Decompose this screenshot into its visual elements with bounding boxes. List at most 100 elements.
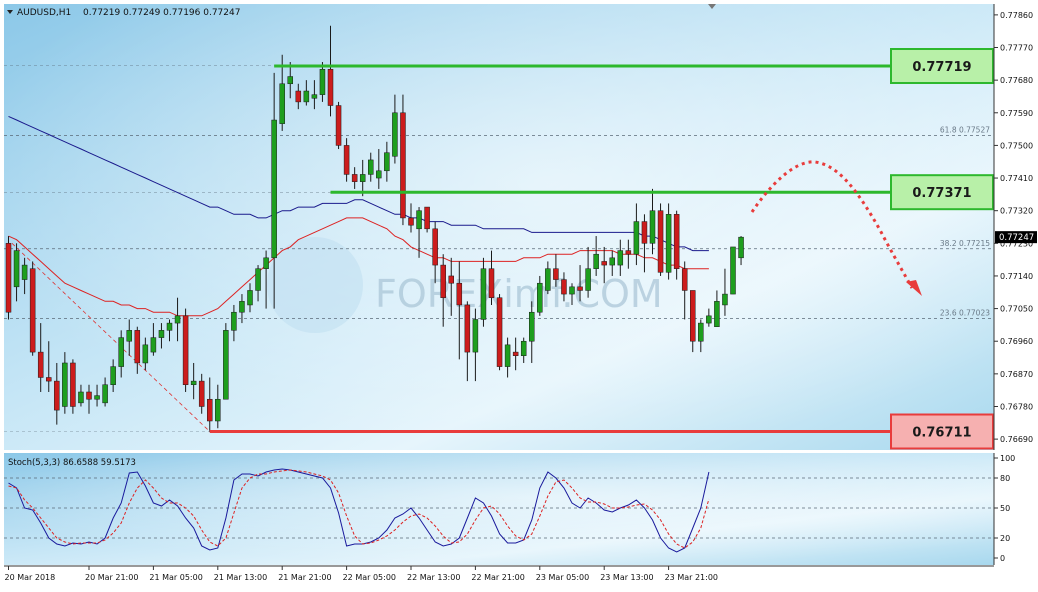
candle-bullish	[617, 250, 624, 266]
candle-bullish	[102, 384, 108, 404]
candle-bearish	[207, 398, 213, 422]
candle-bearish	[673, 214, 680, 269]
candle-bullish	[255, 268, 261, 291]
candle-bullish	[545, 268, 551, 291]
candle-bullish	[593, 253, 599, 269]
candle-bullish	[376, 170, 382, 179]
candle-bullish	[94, 395, 100, 400]
time-tick-label: 22 Mar 21:00	[471, 573, 524, 582]
candle-bullish	[62, 362, 68, 407]
stochastic-tick-label: 20	[1000, 534, 1010, 543]
candle-bearish	[561, 279, 567, 295]
candle-bearish	[86, 391, 92, 400]
time-tick-label: 23 Mar 05:00	[536, 573, 589, 582]
candle-bullish	[665, 214, 672, 273]
time-tick-label: 23 Mar 21:00	[665, 573, 718, 582]
candle-bearish	[335, 105, 342, 146]
candle-bullish	[158, 330, 165, 338]
current-price-tag: 0.77247	[995, 231, 1037, 244]
price-tick-label: 0.77590	[1000, 109, 1033, 118]
candle-bullish	[730, 246, 736, 295]
candle-bearish	[488, 268, 495, 298]
price-tick-label: 0.77140	[1000, 272, 1033, 281]
candle-bullish	[480, 268, 487, 320]
price-tick-label: 0.76960	[1000, 337, 1033, 346]
time-tick-label: 22 Mar 05:00	[343, 573, 396, 582]
candle-bullish	[585, 268, 591, 291]
candle-bullish	[472, 319, 479, 353]
candle-bearish	[198, 380, 205, 407]
candle-bullish	[110, 366, 116, 385]
candle-bullish	[231, 311, 237, 331]
candle-bullish	[537, 282, 543, 313]
candle-bullish	[738, 236, 744, 259]
candle-bullish	[706, 315, 712, 324]
candle-bearish	[37, 351, 44, 378]
fibonacci-label: 23.6 0.77023	[940, 308, 990, 317]
candle-bearish	[657, 210, 664, 273]
candle-bullish	[359, 174, 366, 182]
level-label: 0.76711	[912, 426, 971, 441]
candle-bearish	[432, 228, 438, 266]
price-tick-label: 0.77770	[1000, 44, 1033, 53]
price-tick-label: 0.77320	[1000, 207, 1033, 216]
candle-bearish	[690, 290, 696, 342]
candle-bullish	[263, 257, 269, 269]
candle-bullish	[279, 83, 285, 124]
time-tick-label: 21 Mar 05:00	[149, 573, 202, 582]
candle-bearish	[681, 268, 688, 291]
candle-bullish	[520, 340, 527, 356]
price-tick-label: 0.77860	[1000, 11, 1033, 20]
ohlc-header: 0.77219 0.77249 0.77196 0.77247	[83, 8, 240, 18]
candle-bearish	[440, 264, 446, 298]
stochastic-tick-label: 80	[1000, 474, 1010, 483]
candle-bearish	[601, 261, 607, 266]
candle-bearish	[641, 221, 648, 244]
price-tick-label: 0.77410	[1000, 174, 1033, 183]
candle-bullish	[609, 257, 615, 266]
candle-bullish	[247, 290, 253, 306]
chart-header: AUDUSD,H1 0.77219 0.77249 0.77196 0.7724…	[7, 8, 240, 18]
candle-bullish	[287, 76, 293, 85]
candle-bullish	[311, 94, 318, 99]
candle-bullish	[649, 210, 656, 244]
watermark-text: FOREXimf.COM	[375, 272, 663, 316]
fibonacci-label: 38.2 0.77215	[940, 239, 990, 248]
candle-bearish	[448, 275, 454, 284]
stochastic-title: Stoch(5,3,3) 86.6588 59.5173	[8, 458, 136, 468]
price-tick-label: 0.77050	[1000, 305, 1033, 314]
candle-bullish	[319, 69, 326, 95]
candle-bullish	[416, 210, 422, 230]
stochastic-tick-label: 50	[1000, 504, 1010, 513]
chart-stage: FOREXimf.COM 61.8 0.77527 38.2 0.77215 23.…	[0, 0, 1038, 588]
candle-bearish	[54, 380, 60, 411]
candle-bearish	[182, 315, 189, 385]
candle-bearish	[553, 268, 559, 280]
time-tick-label: 22 Mar 13:00	[407, 573, 460, 582]
level-label: 0.77371	[912, 186, 971, 201]
candle-bearish	[400, 112, 406, 219]
candle-bearish	[424, 206, 430, 230]
price-tick-label: 0.76690	[1000, 435, 1033, 444]
candle-bearish	[70, 362, 76, 407]
candle-bullish	[384, 152, 390, 172]
stochastic-tick-label: 100	[1000, 454, 1015, 463]
candle-bullish	[392, 112, 398, 157]
candle-bullish	[21, 264, 28, 280]
candle-bearish	[29, 268, 36, 353]
candle-bearish	[496, 297, 503, 367]
candle-bullish	[368, 159, 374, 175]
candle-bullish	[166, 322, 173, 331]
candle-bearish	[577, 286, 583, 291]
time-tick-label: 21 Mar 21:00	[278, 573, 331, 582]
symbol-title: AUDUSD,H1	[17, 8, 71, 18]
stochastic-tick-label: 0	[1000, 554, 1005, 563]
candle-bearish	[351, 174, 358, 182]
candle-bullish	[303, 90, 310, 103]
candle-bullish	[174, 315, 181, 324]
candle-bullish	[271, 119, 277, 259]
forex-chart-svg: FOREXimf.COM 61.8 0.77527 38.2 0.77215 23.…	[0, 0, 1038, 588]
candle-bearish	[327, 69, 334, 106]
price-tick-label: 0.77680	[1000, 76, 1033, 85]
candle-bullish	[239, 301, 245, 313]
